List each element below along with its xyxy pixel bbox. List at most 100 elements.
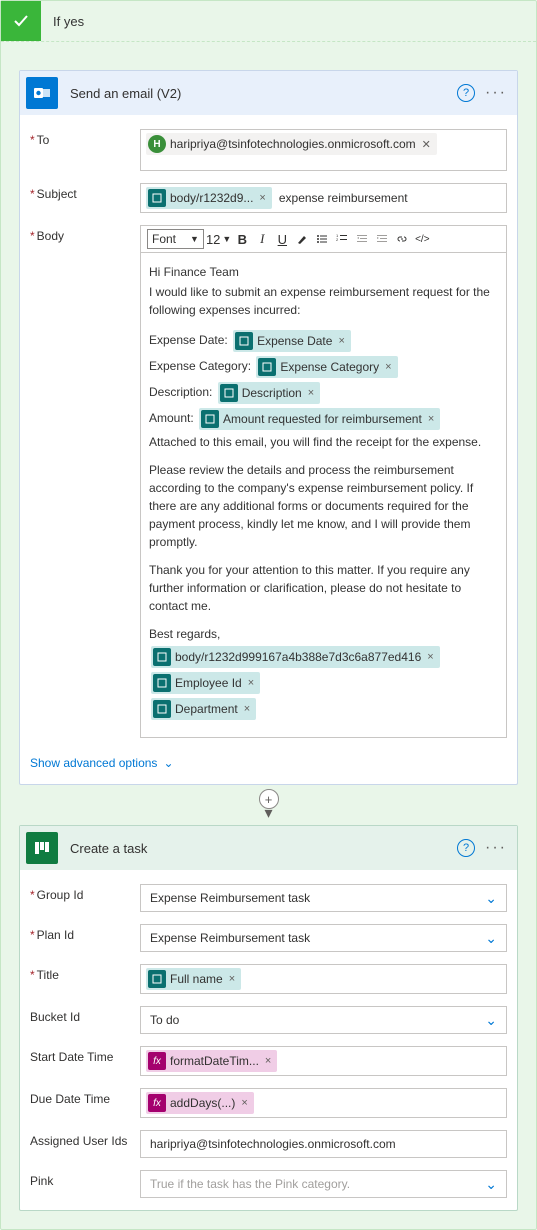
code-view-button[interactable]: </> [413,229,431,249]
condition-title: If yes [41,14,84,29]
assigned-input[interactable]: haripriya@tsinfotechnologies.onmicrosoft… [140,1130,507,1158]
remove-icon[interactable]: × [383,359,393,376]
action-header-task[interactable]: Create a task ? ··· [20,826,517,870]
expression-token[interactable]: fxformatDateTim...× [146,1050,277,1072]
group-label: *Group Id [30,884,140,902]
field-row-title: *Title Full name× [20,958,517,1000]
chevron-down-icon: ▼ [190,234,199,244]
fontsize-select[interactable]: 12 ▼ [206,229,231,249]
dynamic-token[interactable]: Description× [218,382,320,404]
body-label: *Body [30,225,140,243]
body-text: Thank you for your attention to this mat… [149,561,498,615]
remove-icon[interactable]: × [426,411,436,428]
remove-icon[interactable]: ✕ [420,138,433,151]
dynamic-token[interactable]: Employee Id× [151,672,260,694]
show-advanced-link[interactable]: Show advanced options ⌄ [20,744,517,784]
condition-branch-if-yes: If yes Send an email (V2) ? ··· *To H [0,0,537,1230]
dynamic-token[interactable]: Full name× [146,968,241,990]
field-row-bucket: Bucket Id To do⌄ [20,1000,517,1040]
bucket-label: Bucket Id [30,1006,140,1024]
outlook-icon [26,77,58,109]
remove-icon[interactable]: × [425,649,435,666]
condition-content: Send an email (V2) ? ··· *To H haripriya… [1,41,536,1229]
assigned-label: Assigned User Ids [30,1130,140,1148]
remove-icon[interactable]: × [336,333,346,350]
due-label: Due Date Time [30,1088,140,1106]
remove-icon[interactable]: × [306,385,316,402]
indent-button[interactable] [373,229,391,249]
create-task-action: Create a task ? ··· *Group Id Expense Re… [19,825,518,1211]
dynamic-content-icon [153,700,171,718]
recipient-pill[interactable]: H haripriya@tsinfotechnologies.onmicroso… [146,133,437,155]
to-label: *To [30,129,140,147]
plan-select[interactable]: Expense Reimbursement task⌄ [140,924,507,952]
outdent-button[interactable] [353,229,371,249]
dynamic-content-icon [153,674,171,692]
bold-button[interactable]: B [233,229,251,249]
help-icon[interactable]: ? [457,839,475,857]
dynamic-token[interactable]: Expense Date× [233,330,351,352]
richtext-toolbar: Font▼ 12 ▼ B I U 12 </> [140,225,507,252]
recipient-email: haripriya@tsinfotechnologies.onmicrosoft… [170,137,416,151]
dynamic-token[interactable]: Amount requested for reimbursement× [199,408,440,430]
action-title: Send an email (V2) [58,86,457,101]
fx-icon: fx [148,1052,166,1070]
remove-icon[interactable]: × [227,973,237,985]
arrow-down-icon: ▾ [264,809,272,819]
field-row-pink: Pink True if the task has the Pink categ… [20,1164,517,1210]
link-button[interactable] [393,229,411,249]
action-title: Create a task [58,841,457,856]
to-input[interactable]: H haripriya@tsinfotechnologies.onmicroso… [140,129,507,171]
condition-header[interactable]: If yes [1,1,536,41]
number-list-button[interactable]: 12 [333,229,351,249]
start-input[interactable]: fxformatDateTim...× [140,1046,507,1076]
dynamic-content-icon [235,332,253,350]
body-text: Amount: [149,411,194,425]
body-text: Attached to this email, you will find th… [149,433,498,451]
underline-button[interactable]: U [273,229,291,249]
bullet-list-button[interactable] [313,229,331,249]
field-row-assigned: Assigned User Ids haripriya@tsinfotechno… [20,1124,517,1164]
pink-select[interactable]: True if the task has the Pink category.⌄ [140,1170,507,1198]
dynamic-content-icon [220,384,238,402]
remove-icon[interactable]: × [263,1055,273,1067]
body-text: Hi Finance Team [149,263,498,281]
due-input[interactable]: fxaddDays(...)× [140,1088,507,1118]
dynamic-content-icon [148,189,166,207]
help-icon[interactable]: ? [457,84,475,102]
body-editor[interactable]: Hi Finance Team I would like to submit a… [140,252,507,738]
expression-token[interactable]: fxaddDays(...)× [146,1092,254,1114]
title-label: *Title [30,964,140,982]
chevron-down-icon: ⌄ [481,930,501,947]
field-row-subject: *Subject body/r1232d9... × expense reimb… [20,177,517,219]
highlight-button[interactable] [293,229,311,249]
chevron-down-icon: ⌄ [163,756,173,770]
remove-icon[interactable]: × [246,675,256,692]
more-menu-icon[interactable]: ··· [485,84,507,102]
subject-input[interactable]: body/r1232d9... × expense reimbursement [140,183,507,213]
check-icon [1,1,41,41]
remove-icon[interactable]: × [239,1097,249,1109]
dynamic-token[interactable]: Expense Category× [256,356,397,378]
dynamic-token[interactable]: body/r1232d999167a4b388e7d3c6a877ed416× [151,646,440,668]
planner-icon [26,832,58,864]
field-row-to: *To H haripriya@tsinfotechnologies.onmic… [20,115,517,177]
italic-button[interactable]: I [253,229,271,249]
bucket-select[interactable]: To do⌄ [140,1006,507,1034]
font-select[interactable]: Font▼ [147,229,204,249]
body-text: Expense Date: [149,333,228,347]
chevron-down-icon: ⌄ [481,1176,501,1193]
fx-icon: fx [148,1094,166,1112]
dynamic-token[interactable]: Department× [151,698,256,720]
chevron-down-icon: ▼ [222,234,231,244]
remove-icon[interactable]: × [257,192,267,204]
connector: + ▾ [19,785,518,825]
remove-icon[interactable]: × [242,701,252,718]
action-header-email[interactable]: Send an email (V2) ? ··· [20,71,517,115]
body-text: Description: [149,385,212,399]
field-row-group: *Group Id Expense Reimbursement task⌄ [20,870,517,918]
group-select[interactable]: Expense Reimbursement task⌄ [140,884,507,912]
more-menu-icon[interactable]: ··· [485,839,507,857]
dynamic-token[interactable]: body/r1232d9... × [146,187,272,209]
title-input[interactable]: Full name× [140,964,507,994]
